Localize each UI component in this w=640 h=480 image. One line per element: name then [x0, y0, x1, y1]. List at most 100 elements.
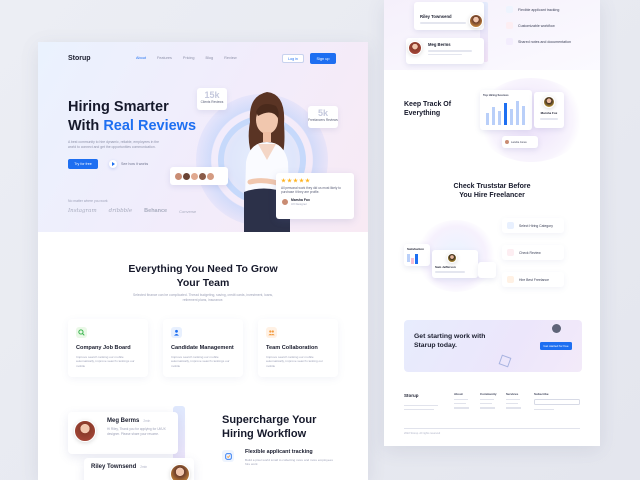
clients-reviews-card: 15k Clients Reviews: [197, 88, 227, 110]
login-button[interactable]: Log in: [282, 54, 304, 63]
avatar: [170, 464, 190, 480]
nav-link-blog[interactable]: Blog: [206, 56, 214, 60]
brand-behance: Behance: [144, 208, 168, 214]
feature-title: Team Collaboration: [266, 345, 318, 351]
text-placeholder: [404, 409, 434, 411]
footer-column-title: Services: [506, 392, 519, 396]
hire-icon: [507, 276, 514, 283]
subscribe-email-input[interactable]: [534, 399, 580, 405]
person-chip-name: Landra Jones: [511, 140, 527, 144]
footer-link[interactable]: [454, 399, 468, 401]
feature-list-label: Shared notes and documentation: [518, 39, 571, 44]
notes-icon: [506, 38, 513, 45]
workflow-title: Supercharge Your Hiring Workflow: [222, 413, 316, 441]
avatar: [408, 41, 422, 55]
footer-link[interactable]: [480, 399, 494, 401]
footer-column: About: [454, 392, 474, 409]
feature-list-item: Flexible applicant tracking: [506, 6, 571, 13]
feature-card-job-board[interactable]: Company Job Board Improve search ranking…: [68, 319, 148, 377]
nav-links: About Features Pricing Blog Review: [136, 56, 237, 60]
footer-link[interactable]: [480, 407, 495, 409]
star-icon: [287, 178, 292, 183]
footer-link[interactable]: [480, 403, 492, 405]
brand-instagram: Instagram: [68, 208, 97, 214]
footer-link[interactable]: [454, 403, 466, 405]
nav-link-pricing[interactable]: Pricing: [183, 56, 195, 60]
trust-step: Select Hiring Category: [502, 218, 564, 233]
feature-title: Candidate Management: [171, 345, 234, 351]
text-placeholder: [540, 118, 558, 120]
footer-column: Community: [480, 392, 504, 409]
bar-chart-graphic: [486, 101, 525, 125]
chat-time: 2min: [143, 419, 151, 423]
cta-button[interactable]: Get started for free: [540, 342, 572, 350]
trust-title-line1: Check Truststar Before: [453, 183, 531, 190]
team-icon: [266, 327, 277, 338]
footer-link[interactable]: [506, 407, 521, 409]
footer-logo[interactable]: Storup: [404, 393, 419, 398]
trust-title: Check Truststar Before You Hire Freelanc…: [384, 182, 600, 200]
landing-page-continued: Riley Townsend Meg Berms Flexible applic…: [384, 0, 600, 446]
text-placeholder: [534, 409, 554, 411]
candidate-name: Sam Jefferson: [435, 265, 456, 269]
trust-step: Hire Best Freelance: [502, 272, 564, 287]
tracking-icon: [222, 450, 234, 462]
hero-description: A best community to hire dynamic, reliab…: [68, 140, 160, 149]
nav-link-review[interactable]: Review: [224, 56, 236, 60]
trust-step-label: Check Review: [519, 250, 541, 255]
feature-list: Flexible applicant tracking Customizable…: [506, 6, 571, 45]
cta-title-line1: Get starting work with: [414, 333, 486, 340]
footer-link[interactable]: [506, 403, 518, 405]
see-how-link[interactable]: See how it works: [121, 162, 148, 166]
track-title-line2: Everything: [404, 110, 441, 117]
review-icon: [507, 249, 514, 256]
logo[interactable]: Storup: [68, 55, 91, 62]
nav-link-features[interactable]: Features: [157, 56, 172, 60]
feature-title: Company Job Board: [76, 345, 131, 351]
avatar: [469, 14, 483, 28]
feature-card-candidate-management[interactable]: Candidate Management Improve search rank…: [163, 319, 243, 377]
try-free-button[interactable]: Try for free: [68, 159, 98, 169]
testimonial-card: All personal work they did us most likel…: [276, 173, 354, 219]
star-icon: [281, 178, 286, 183]
text-placeholder: [428, 50, 472, 52]
play-icon[interactable]: [109, 160, 117, 168]
chat-message-header: Meg Berms 2min: [107, 418, 171, 424]
landing-page-main: Storup About Features Pricing Blog Revie…: [38, 42, 368, 480]
testimonial-author-role: UX Designer: [291, 201, 307, 206]
satisfaction-bars: [407, 254, 427, 264]
footer-column-title: Subscribe: [534, 392, 549, 396]
nav-link-about[interactable]: About: [136, 56, 146, 60]
track-title-line1: Keep Track Of: [404, 101, 452, 108]
tracking-icon: [506, 6, 513, 13]
brand-dribbble: dribbble: [108, 208, 133, 214]
feature-list-label: Flexible applicant tracking: [518, 7, 560, 12]
footer-link[interactable]: [454, 407, 469, 409]
feature-card-team-collaboration[interactable]: Team Collaboration Improve search rankin…: [258, 319, 338, 377]
footer-column-title: Community: [480, 392, 497, 396]
clients-reviews-label: Clients Reviews: [200, 100, 224, 104]
avatar: [504, 139, 510, 145]
category-icon: [507, 222, 514, 229]
candidate-stats-card: [478, 262, 496, 278]
footer-copyright: 2022 Storup. All rights reserved: [404, 432, 441, 435]
footer-divider: [404, 428, 580, 429]
avatar: [543, 96, 555, 108]
avatar: [74, 420, 96, 442]
cta-title-line2: Starup today.: [414, 342, 457, 349]
signup-button[interactable]: Sign up: [310, 53, 336, 64]
workflow-item-description: Build a pixel world small to collecting …: [245, 458, 333, 467]
text-placeholder: [435, 271, 465, 273]
freelancer-reviews-card: 5k Freelancers Reviews: [308, 106, 338, 128]
clients-reviews-count: 15k: [204, 90, 220, 100]
reviewer-avatars-card: [170, 167, 228, 185]
avatar: [281, 197, 289, 206]
trust-step-label: Select Hiring Category: [519, 223, 553, 228]
features-title-line2: Your Team: [176, 277, 230, 289]
footer-link[interactable]: [506, 399, 520, 401]
footer-about-text: [404, 402, 440, 411]
brand-logos: Instagram dribbble Behance Converse: [68, 208, 196, 214]
feature-list-label: Customizable workflow: [518, 23, 555, 28]
footer-column: Services: [506, 392, 528, 409]
features-title-line1: Everything You Need To Grow: [128, 263, 278, 275]
